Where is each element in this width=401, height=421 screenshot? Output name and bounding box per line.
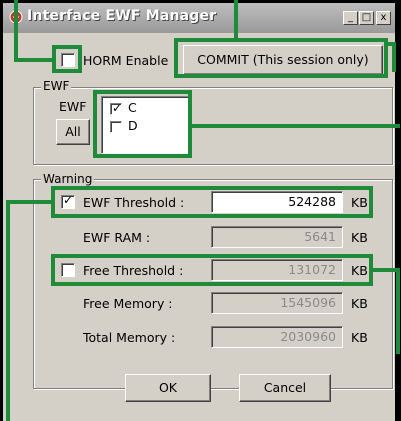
threshold-callout-line <box>6 200 10 421</box>
drive-callout-line <box>190 124 400 128</box>
total-memory-field: 2030960 <box>211 326 343 348</box>
ewf-ram-field: 5641 <box>211 226 343 248</box>
free-memory-field: 1545096 <box>211 292 343 314</box>
close-icon: x <box>380 12 387 23</box>
cancel-button[interactable]: Cancel <box>239 374 331 402</box>
ewf-threshold-highlight <box>51 186 373 218</box>
commit-callout-line <box>234 0 238 40</box>
commit-callout-line <box>386 42 396 46</box>
threshold-callout-line <box>6 200 53 204</box>
free-memory-label: Free Memory : <box>83 296 173 311</box>
dialog-window: Interface EWF Manager _ □ x HORM Enable … <box>0 0 401 421</box>
horm-highlight <box>52 45 82 73</box>
horm-callout-line <box>14 0 18 62</box>
total-memory-label: Total Memory : <box>83 330 176 345</box>
maximize-button[interactable]: □ <box>359 11 374 25</box>
drive-list-highlight <box>93 90 192 158</box>
free-callout-line <box>371 268 400 272</box>
maximize-icon: □ <box>361 12 372 23</box>
minimize-button[interactable]: _ <box>343 11 358 25</box>
warning-group-title: Warning <box>41 172 95 186</box>
minimize-icon: _ <box>348 12 353 23</box>
dialog-body: HORM Enable COMMIT (This session only) E… <box>3 33 395 421</box>
all-button[interactable]: All <box>56 119 90 145</box>
ewf-group-title: EWF <box>41 79 72 93</box>
total-memory-unit: KB <box>351 330 368 345</box>
free-memory-unit: KB <box>351 296 368 311</box>
ewf-label: EWF <box>59 99 87 114</box>
free-threshold-highlight <box>51 254 373 286</box>
horm-enable-label: HORM Enable <box>83 53 169 68</box>
ewf-ram-label: EWF RAM : <box>83 230 151 245</box>
ewf-ram-unit: KB <box>351 230 368 245</box>
close-button[interactable]: x <box>376 11 391 25</box>
free-callout-line <box>396 268 400 354</box>
ok-button[interactable]: OK <box>125 374 211 402</box>
window-title: Interface EWF Manager <box>27 8 217 24</box>
commit-highlight <box>174 38 388 78</box>
horm-callout-line <box>14 58 54 62</box>
title-bar[interactable]: Interface EWF Manager _ □ x <box>3 3 395 34</box>
commit-callout-line <box>392 42 396 72</box>
